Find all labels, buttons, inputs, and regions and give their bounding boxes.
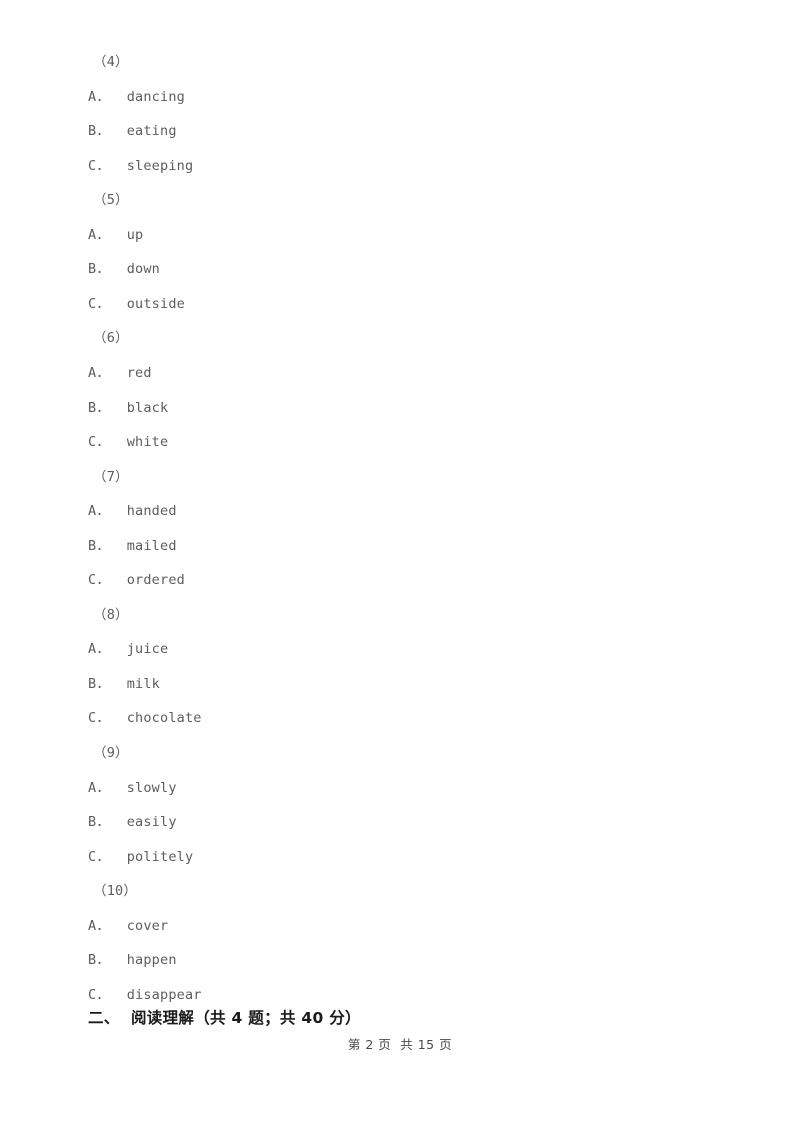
option-label: C． — [88, 986, 111, 1003]
question-number: （9） — [93, 745, 129, 761]
option-gap — [110, 365, 127, 381]
answer-option[interactable]: B． eating — [88, 119, 177, 139]
option-text: easily — [126, 814, 177, 831]
answer-option[interactable]: C． outside — [88, 292, 185, 312]
answer-option[interactable]: A． juice — [88, 637, 168, 657]
option-gap — [110, 538, 127, 554]
page-footer: 第 2 页 共 15 页 — [347, 1037, 453, 1052]
option-text: up — [126, 226, 144, 243]
answer-option[interactable]: C． white — [88, 430, 168, 450]
option-label: C． — [88, 434, 111, 451]
option-label: A． — [88, 503, 111, 520]
question-number: （4） — [93, 54, 129, 70]
document-page: （4） A． dancing B． eating C． sleeping （5） A． u… — [0, 0, 800, 1132]
option-text: black — [126, 399, 169, 416]
answer-option[interactable]: C． chocolate — [88, 706, 202, 726]
option-label: B． — [88, 952, 111, 969]
section-heading: 二、 阅读理解（共 4 题；共 40 分） — [88, 1009, 361, 1027]
answer-option[interactable]: B． milk — [88, 672, 160, 692]
option-gap — [110, 123, 127, 139]
answer-option[interactable]: A． dancing — [88, 85, 185, 105]
answer-option[interactable]: C． sleeping — [88, 154, 193, 174]
answer-option[interactable]: C． ordered — [88, 568, 185, 588]
option-label: C． — [88, 848, 111, 865]
option-gap — [110, 918, 127, 934]
option-label: C． — [88, 710, 111, 727]
option-text: politely — [126, 848, 194, 865]
answer-option[interactable]: B． happen — [88, 948, 177, 968]
option-text: slowly — [126, 779, 177, 796]
option-label: C． — [88, 295, 111, 312]
option-label: A． — [88, 779, 111, 796]
option-label: C． — [88, 157, 111, 174]
option-text: juice — [126, 641, 169, 658]
option-gap — [110, 676, 127, 692]
question-number: （5） — [93, 192, 129, 209]
option-text: sleeping — [126, 157, 194, 174]
option-text: down — [126, 261, 160, 278]
option-text: dancing — [126, 88, 185, 105]
answer-option[interactable]: C． politely — [88, 845, 193, 865]
answer-option[interactable]: B． mailed — [88, 534, 177, 554]
option-label: B． — [88, 123, 111, 140]
option-gap — [110, 227, 127, 243]
option-label: B． — [88, 261, 111, 278]
option-gap — [110, 296, 127, 312]
option-label: A． — [88, 641, 111, 658]
option-label: B． — [88, 814, 111, 831]
option-label: A． — [88, 226, 111, 243]
option-text: ordered — [126, 572, 185, 589]
option-label: B． — [88, 399, 111, 416]
option-text: cover — [126, 917, 169, 934]
option-label: A． — [88, 917, 111, 934]
option-text: eating — [126, 123, 177, 140]
option-gap — [110, 952, 127, 968]
option-gap — [110, 503, 127, 519]
answer-option[interactable]: B． black — [88, 396, 168, 416]
option-gap — [110, 710, 127, 726]
option-text: handed — [126, 503, 177, 520]
answer-option[interactable]: C． disappear — [88, 983, 202, 1003]
option-label: B． — [88, 537, 111, 554]
answer-option[interactable]: A． slowly — [88, 776, 177, 796]
option-gap — [110, 434, 127, 450]
option-text: disappear — [126, 986, 202, 1003]
option-label: A． — [88, 364, 111, 381]
option-gap — [110, 400, 127, 416]
question-number: （8） — [93, 606, 129, 623]
option-gap — [110, 641, 127, 657]
option-gap — [110, 987, 127, 1003]
option-gap — [110, 158, 127, 174]
option-text: white — [126, 434, 169, 451]
option-gap — [110, 261, 127, 277]
answer-option[interactable]: B． down — [88, 257, 160, 277]
option-text: red — [126, 364, 152, 381]
answer-option[interactable]: A． up — [88, 223, 143, 243]
option-text: outside — [126, 295, 185, 312]
option-text: chocolate — [126, 710, 202, 727]
question-number: （6） — [93, 330, 129, 347]
option-text: happen — [126, 952, 177, 969]
option-gap — [110, 572, 127, 588]
answer-option[interactable]: A． handed — [88, 499, 177, 519]
option-label: B． — [88, 675, 111, 692]
option-text: milk — [126, 675, 160, 692]
answer-option[interactable]: A． red — [88, 361, 152, 381]
answer-option[interactable]: B． easily — [88, 810, 177, 830]
answer-option[interactable]: A． cover — [88, 914, 168, 934]
option-gap — [110, 780, 127, 796]
option-label: C． — [88, 572, 111, 589]
question-number: （7） — [93, 468, 129, 485]
question-number: （10） — [93, 883, 138, 900]
option-text: mailed — [126, 537, 177, 554]
option-label: A． — [88, 88, 111, 105]
option-gap — [110, 849, 127, 865]
option-gap — [110, 89, 127, 105]
option-gap — [110, 814, 127, 830]
